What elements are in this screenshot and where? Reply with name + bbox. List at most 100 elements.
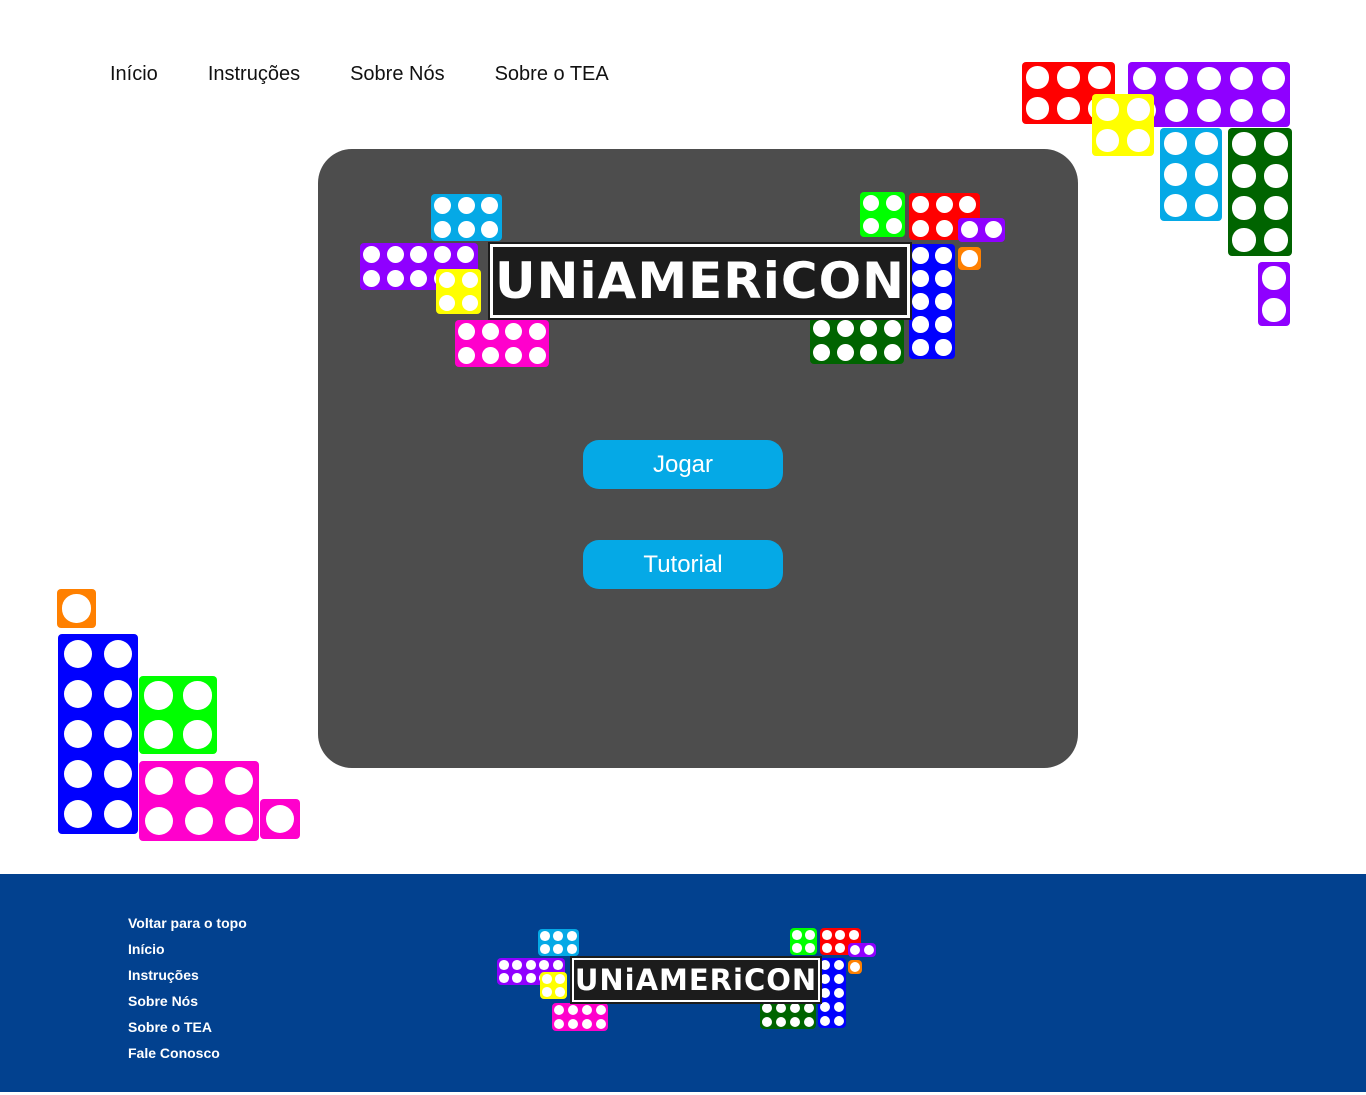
block-hole (481, 197, 499, 215)
footer-links: Voltar para o topo Início Instruções Sob… (128, 910, 247, 1066)
block-hole (144, 681, 173, 710)
block-hole (1127, 129, 1150, 152)
block-hole (961, 221, 979, 239)
block-hole (363, 269, 381, 287)
numicon-block (1228, 128, 1292, 256)
block-hole (849, 944, 861, 956)
block-hole (819, 1001, 831, 1013)
block-hole (183, 681, 212, 710)
block-hole (541, 973, 552, 984)
block-hole (552, 959, 563, 970)
block-hole (1232, 196, 1256, 220)
block-hole (595, 1018, 607, 1030)
block-hole (935, 247, 952, 264)
block-hole (1026, 66, 1049, 89)
block-hole (849, 961, 861, 973)
numicon-block (455, 320, 549, 367)
numicon-block (1258, 262, 1290, 326)
numicon-block (818, 958, 846, 1028)
block-hole (103, 719, 133, 749)
numicon-block (848, 943, 876, 957)
block-hole (789, 1016, 801, 1028)
block-hole (1132, 66, 1156, 90)
block-hole (1057, 97, 1080, 120)
block-hole (833, 987, 845, 999)
block-hole (935, 219, 953, 237)
footer-link-inicio[interactable]: Início (128, 936, 247, 962)
block-hole (775, 1016, 787, 1028)
block-hole (835, 943, 846, 954)
block-hole (528, 323, 546, 341)
nav-item-inicio[interactable]: Início (110, 62, 158, 86)
block-hole (805, 943, 816, 954)
footer-logo-wordmark: UNiAMERiCON (572, 958, 820, 1002)
block-hole (863, 195, 880, 212)
block-hole (912, 196, 930, 214)
block-hole (103, 799, 133, 829)
block-hole (935, 196, 953, 214)
block-hole (1164, 132, 1187, 155)
block-hole (1264, 164, 1288, 188)
nav-item-sobre-tea[interactable]: Sobre o TEA (495, 62, 609, 86)
block-hole (833, 959, 845, 971)
block-hole (512, 973, 523, 984)
footer-link-back-to-top[interactable]: Voltar para o topo (128, 910, 247, 936)
block-hole (848, 929, 859, 940)
block-hole (481, 220, 499, 238)
block-hole (935, 293, 952, 310)
block-hole (1197, 98, 1221, 123)
block-hole (935, 316, 952, 333)
numicon-block (958, 247, 981, 270)
block-hole (1026, 97, 1049, 120)
block-hole (885, 217, 902, 234)
block-hole (553, 1004, 565, 1016)
footer-link-sobre-tea[interactable]: Sobre o TEA (128, 1014, 247, 1040)
tutorial-button[interactable]: Tutorial (583, 540, 783, 589)
block-hole (457, 246, 475, 264)
block-hole (1229, 98, 1254, 123)
block-hole (1232, 228, 1256, 252)
block-hole (860, 343, 878, 361)
block-hole (813, 320, 831, 338)
block-hole (1262, 98, 1286, 123)
block-hole (265, 804, 295, 834)
footer-link-sobre-nos[interactable]: Sobre Nós (128, 988, 247, 1014)
play-button[interactable]: Jogar (583, 440, 783, 489)
block-hole (434, 220, 452, 238)
block-hole (103, 639, 133, 669)
numicon-block (58, 634, 138, 834)
block-hole (439, 294, 456, 311)
block-hole (819, 973, 831, 985)
block-hole (984, 221, 1002, 239)
block-hole (833, 1015, 845, 1027)
block-hole (481, 323, 499, 341)
block-hole (386, 246, 404, 264)
block-hole (184, 766, 214, 796)
block-hole (813, 343, 831, 361)
block-hole (458, 323, 476, 341)
numicon-block (538, 929, 579, 956)
footer-link-instrucoes[interactable]: Instruções (128, 962, 247, 988)
nav-item-instrucoes[interactable]: Instruções (208, 62, 300, 86)
block-hole (935, 270, 952, 287)
block-hole (775, 1002, 787, 1014)
block-hole (1164, 194, 1187, 217)
block-hole (912, 247, 929, 264)
block-hole (103, 759, 133, 789)
block-hole (761, 1002, 773, 1014)
block-hole (803, 1002, 815, 1014)
numicon-block (848, 960, 862, 974)
footer-link-fale-conosco[interactable]: Fale Conosco (128, 1040, 247, 1066)
block-hole (805, 929, 816, 940)
block-hole (1088, 66, 1111, 89)
block-hole (863, 217, 880, 234)
block-hole (912, 270, 929, 287)
block-hole (62, 594, 91, 623)
nav-item-sobre-nos[interactable]: Sobre Nós (350, 62, 445, 86)
block-hole (961, 250, 978, 267)
numicon-block (260, 799, 300, 839)
block-hole (541, 987, 552, 998)
block-hole (912, 316, 929, 333)
block-hole (410, 269, 428, 287)
block-hole (433, 246, 451, 264)
